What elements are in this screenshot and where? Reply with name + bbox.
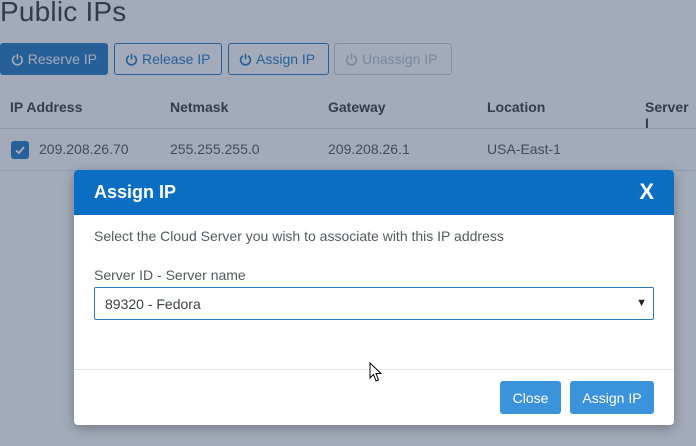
close-icon[interactable]: X <box>639 179 654 205</box>
server-select-label: Server ID - Server name <box>94 267 246 283</box>
assign-ip-modal: Assign IP X Select the Cloud Server you … <box>74 170 674 425</box>
modal-header: Assign IP X <box>74 170 674 215</box>
chevron-down-icon: ▼ <box>636 297 647 309</box>
server-select-value: 89320 - Fedora <box>105 296 201 312</box>
mouse-cursor-icon <box>369 362 383 382</box>
assign-ip-confirm-button[interactable]: Assign IP <box>570 381 654 414</box>
server-select[interactable]: 89320 - Fedora ▼ <box>94 287 654 320</box>
modal-description: Select the Cloud Server you wish to asso… <box>94 228 504 244</box>
modal-title: Assign IP <box>94 182 177 202</box>
close-button[interactable]: Close <box>500 381 561 414</box>
